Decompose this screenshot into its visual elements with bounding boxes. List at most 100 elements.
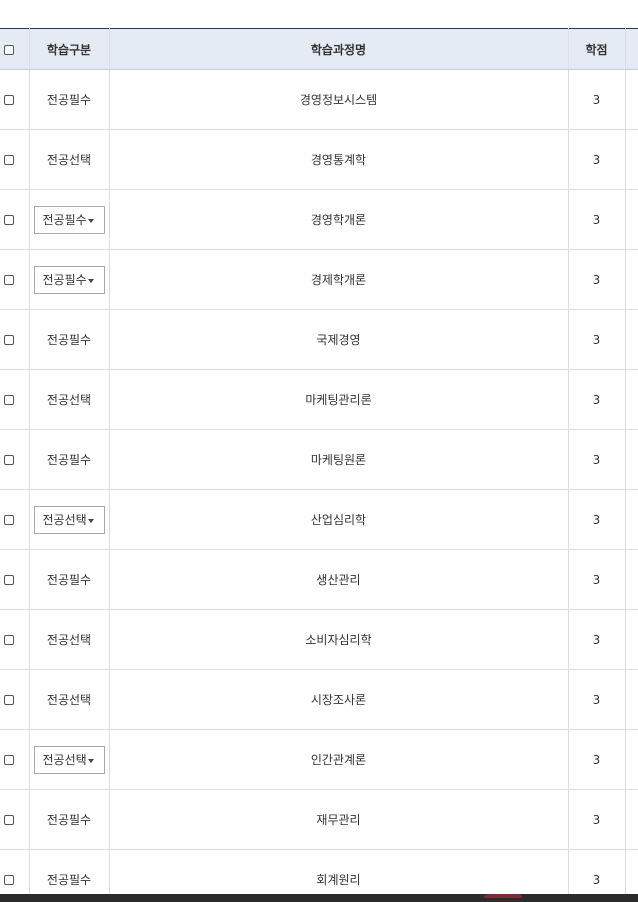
dropdown-arrow-icon [87,758,94,763]
table-row: 전공선택 산업심리학 3 [0,489,638,550]
category-select[interactable]: 전공필수 [33,205,105,234]
credits-cell: 3 [568,69,626,130]
category-cell: 전공선택 [29,669,110,730]
category-text: 전공필수 [46,573,92,587]
row-checkbox[interactable] [4,635,15,645]
select-all-checkbox[interactable] [4,44,15,55]
table-row: 전공선택 소비자심리학 3 [0,609,638,670]
row-checkbox[interactable] [4,875,15,885]
header-category: 학습구분 [29,28,110,70]
table-row: 전공필수 경영학개론 3 [0,189,638,250]
extra-cell [625,369,638,430]
course-name-cell: 생산관리 [109,549,569,610]
row-checkbox[interactable] [4,335,15,345]
row-checkbox-cell [0,489,30,550]
category-cell: 전공선택 [29,129,110,190]
row-checkbox[interactable] [4,755,15,765]
category-text: 전공필수 [46,93,92,107]
taskbar-highlight [484,894,522,898]
extra-cell [625,69,638,130]
category-select[interactable]: 전공필수 [33,265,105,294]
category-cell: 전공필수 [29,309,110,370]
category-cell: 전공필수 [29,189,110,250]
row-checkbox[interactable] [4,815,15,825]
course-name-cell: 인간관계론 [109,729,569,790]
header-course-name: 학습과정명 [109,28,569,70]
category-select[interactable]: 전공선택 [33,505,105,534]
course-name-cell: 재무관리 [109,789,569,850]
category-cell: 전공필수 [29,789,110,850]
dropdown-arrow-icon [87,278,94,283]
select-all-cell [0,28,30,70]
header-credits: 학점 [568,28,626,70]
credits-cell: 3 [568,429,626,490]
category-text: 전공필수 [46,813,92,827]
course-name-cell: 시장조사론 [109,669,569,730]
category-select[interactable]: 전공선택 [33,745,105,774]
row-checkbox[interactable] [4,575,15,585]
course-name-cell: 경영통계학 [109,129,569,190]
category-text: 전공필수 [46,873,92,887]
category-select-value: 전공필수 [42,212,87,227]
extra-cell [625,189,638,250]
credits-cell: 3 [568,609,626,670]
category-cell: 전공선택 [29,489,110,550]
top-space [0,0,638,28]
category-cell: 전공필수 [29,69,110,130]
category-select-value: 전공선택 [42,752,87,767]
extra-cell [625,489,638,550]
credits-cell: 3 [568,189,626,250]
credits-cell: 3 [568,249,626,310]
extra-cell [625,789,638,850]
category-select-value: 전공필수 [42,272,87,287]
category-cell: 전공필수 [29,249,110,310]
extra-cell [625,729,638,790]
extra-cell [625,429,638,490]
course-name-cell: 경영학개론 [109,189,569,250]
extra-cell [625,669,638,730]
row-checkbox[interactable] [4,275,15,285]
category-cell: 전공선택 [29,729,110,790]
row-checkbox[interactable] [4,95,15,105]
row-checkbox[interactable] [4,155,15,165]
course-table: 학습구분 학습과정명 학점 전공필수 경영정보시스템 3 전공선택 경영통계학 3 전공필수… [0,28,638,902]
row-checkbox-cell [0,309,30,370]
row-checkbox-cell [0,609,30,670]
table-row: 전공선택 시장조사론 3 [0,669,638,730]
category-text: 전공선택 [46,693,92,707]
row-checkbox-cell [0,249,30,310]
category-select-value: 전공선택 [42,512,87,527]
credits-cell: 3 [568,549,626,610]
credits-cell: 3 [568,669,626,730]
category-text: 전공필수 [46,333,92,347]
row-checkbox-cell [0,729,30,790]
table-row: 전공필수 경제학개론 3 [0,249,638,310]
row-checkbox[interactable] [4,455,15,465]
category-text: 전공필수 [46,453,92,467]
table-row: 전공필수 재무관리 3 [0,789,638,850]
dropdown-arrow-icon [87,218,94,223]
row-checkbox-cell [0,669,30,730]
category-cell: 전공선택 [29,609,110,670]
extra-cell [625,309,638,370]
extra-cell [625,129,638,190]
row-checkbox-cell [0,369,30,430]
row-checkbox[interactable] [4,515,15,525]
credits-cell: 3 [568,789,626,850]
table-row: 전공선택 마케팅관리론 3 [0,369,638,430]
category-text: 전공선택 [46,393,92,407]
course-name-cell: 국제경영 [109,309,569,370]
row-checkbox[interactable] [4,395,15,405]
category-cell: 전공필수 [29,429,110,490]
row-checkbox-cell [0,69,30,130]
extra-cell [625,249,638,310]
page: 학습구분 학습과정명 학점 전공필수 경영정보시스템 3 전공선택 경영통계학 3 전공필수… [0,0,638,902]
table-row: 전공필수 경영정보시스템 3 [0,69,638,130]
category-cell: 전공필수 [29,549,110,610]
credits-cell: 3 [568,729,626,790]
category-text: 전공선택 [46,153,92,167]
category-text: 전공선택 [46,633,92,647]
row-checkbox[interactable] [4,695,15,705]
table-row: 전공선택 인간관계론 3 [0,729,638,790]
row-checkbox[interactable] [4,215,15,225]
